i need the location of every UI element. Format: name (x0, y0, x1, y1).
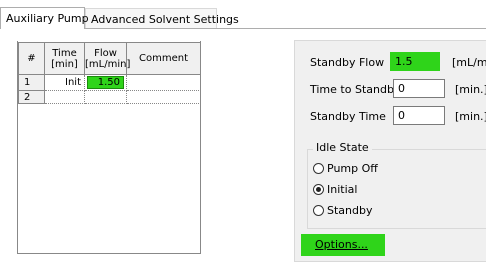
column-header-comment[interactable]: Comment (126, 42, 201, 75)
flow-cell[interactable]: 1.50 (84, 74, 127, 91)
standby-label[interactable]: Standby (327, 204, 372, 217)
time-cell[interactable]: Init (44, 74, 85, 91)
standby-time-unit: [min.] (455, 110, 486, 123)
pump-off-label[interactable]: Pump Off (327, 162, 378, 175)
flow-program-table[interactable]: # Time [min] Flow [mL/min] Comment 1 Ini… (18, 42, 201, 104)
row-number-cell[interactable]: 2 (18, 90, 45, 104)
column-header-time[interactable]: Time [min] (44, 42, 85, 75)
standby-flow-unit: [mL/min] (452, 56, 486, 69)
standby-time-label: Standby Time (310, 110, 386, 123)
standby-flow-label: Standby Flow (310, 56, 385, 69)
time-to-standby-label: Time to Standby (310, 83, 401, 96)
comment-cell[interactable] (126, 90, 201, 104)
pump-off-radio[interactable] (313, 163, 324, 174)
standby-time-input[interactable]: 0 (393, 106, 445, 125)
comment-cell[interactable] (126, 74, 201, 91)
tab-advanced-solvent-settings-label: Advanced Solvent Settings (91, 12, 239, 26)
tab-advanced-solvent-settings[interactable]: Advanced Solvent Settings (85, 8, 239, 29)
table-row: 2 (18, 90, 201, 104)
time-to-standby-unit: [min.] (455, 83, 486, 96)
table-row: 1 Init 1.50 (18, 74, 201, 91)
time-to-standby-input[interactable]: 0 (393, 79, 445, 98)
flow-cell-value: 1.50 (87, 76, 124, 89)
column-header-number[interactable]: # (18, 42, 45, 75)
row-number-cell[interactable]: 1 (18, 74, 45, 91)
standby-radio[interactable] (313, 205, 324, 216)
idle-state-title: Idle State (313, 141, 372, 154)
table-header-row: # Time [min] Flow [mL/min] Comment (18, 42, 201, 75)
standby-flow-input[interactable]: 1.5 (390, 52, 440, 71)
tab-auxiliary-pump[interactable]: Auxiliary Pump (0, 7, 89, 29)
time-cell[interactable] (44, 90, 85, 104)
initial-label[interactable]: Initial (327, 183, 357, 196)
flow-cell[interactable] (84, 90, 127, 104)
options-button-label: Options... (315, 238, 368, 251)
column-header-flow[interactable]: Flow [mL/min] (84, 42, 130, 75)
options-button[interactable]: Options... (301, 234, 385, 256)
tab-auxiliary-pump-label: Auxiliary Pump (6, 12, 89, 25)
initial-radio[interactable] (313, 184, 324, 195)
